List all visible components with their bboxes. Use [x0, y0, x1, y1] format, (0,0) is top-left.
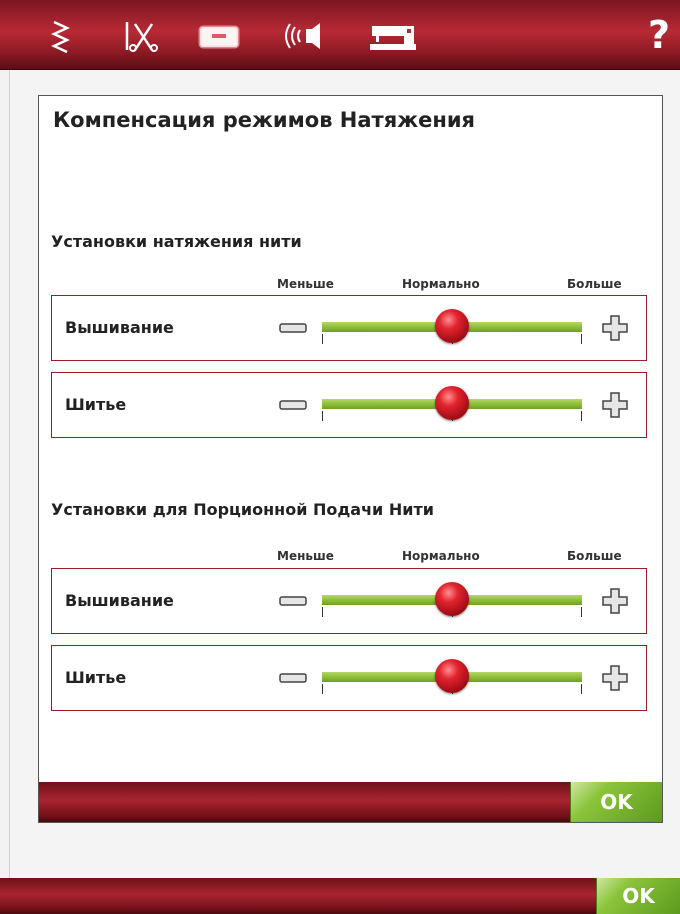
dialog-footer: OK — [39, 782, 662, 822]
slider-tick-max — [581, 334, 582, 344]
row-label: Вышивание — [65, 318, 174, 337]
stitch-zigzag-icon[interactable] — [44, 14, 78, 58]
slider-tick-min — [322, 334, 323, 344]
tension-compensation-dialog: Компенсация режимов Натяжения Установки … — [38, 95, 663, 823]
minus-icon[interactable] — [278, 318, 308, 338]
minus-icon[interactable] — [278, 591, 308, 611]
slider-knob[interactable] — [435, 582, 469, 616]
help-button[interactable]: ? — [644, 12, 674, 58]
tension-embroidery-row: Вышивание — [51, 295, 647, 361]
scale-label-more: Больше — [567, 277, 622, 291]
minus-icon[interactable] — [278, 668, 308, 688]
section-title-thread-tension: Установки натяжения нити — [51, 232, 302, 251]
sewing-machine-icon[interactable] — [368, 14, 418, 58]
slider[interactable] — [322, 386, 586, 427]
section-title-thread-portion: Установки для Порционной Подачи Нити — [51, 500, 434, 519]
scale-label-more: Больше — [567, 549, 622, 563]
row-label: Шитье — [65, 668, 127, 687]
slider-tick-min — [322, 411, 323, 421]
slider-knob[interactable] — [435, 309, 469, 343]
scale-label-normal: Нормально — [402, 277, 480, 291]
minus-icon[interactable] — [278, 395, 308, 415]
plus-icon[interactable] — [600, 391, 630, 419]
plus-icon[interactable] — [600, 314, 630, 342]
dialog-ok-button[interactable]: OK — [570, 782, 662, 822]
row-label: Вышивание — [65, 591, 174, 610]
slider-tick-min — [322, 607, 323, 617]
scale-label-less: Меньше — [277, 549, 334, 563]
row-label: Шитье — [65, 395, 127, 414]
slider-tick-max — [581, 684, 582, 694]
slider-tick-max — [581, 411, 582, 421]
plus-icon[interactable] — [600, 664, 630, 692]
sound-speaker-icon[interactable] — [284, 14, 326, 58]
slider[interactable] — [322, 659, 586, 700]
portion-embroidery-row: Вышивание — [51, 568, 647, 634]
tension-sewing-row: Шитье — [51, 372, 647, 438]
slider[interactable] — [322, 309, 586, 350]
scale-label-less: Меньше — [277, 277, 334, 291]
slider-tick-max — [581, 607, 582, 617]
embroidery-hoop-icon[interactable] — [196, 14, 242, 58]
top-toolbar: ? — [0, 0, 680, 70]
slider[interactable] — [322, 582, 586, 623]
slider-knob[interactable] — [435, 386, 469, 420]
slider-tick-min — [322, 684, 323, 694]
plus-icon[interactable] — [600, 587, 630, 615]
scale-label-normal: Нормально — [402, 549, 480, 563]
slider-knob[interactable] — [435, 659, 469, 693]
left-frame — [0, 70, 10, 878]
portion-sewing-row: Шитье — [51, 645, 647, 711]
dialog-title: Компенсация режимов Натяжения — [53, 108, 476, 132]
needle-scissors-icon[interactable] — [118, 14, 162, 58]
bottom-ok-button[interactable]: OK — [596, 878, 680, 914]
bottom-bar: OK — [0, 878, 680, 914]
